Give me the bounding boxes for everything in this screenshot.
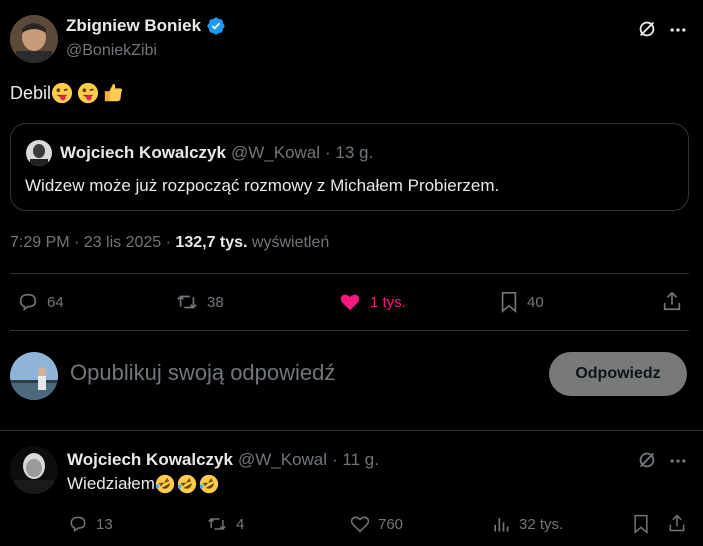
views-chart-icon [491, 514, 511, 534]
reply-time[interactable]: · 11 g. [332, 450, 379, 470]
bookmark-icon [499, 291, 519, 313]
retweet-button[interactable]: 38 [175, 291, 224, 313]
grok-icon[interactable] [636, 18, 658, 40]
tweet-meta: 7:29 PM · 23 lis 2025 · 132,7 tys. wyświ… [10, 234, 329, 252]
reply-retweet-button[interactable]: 4 [206, 514, 244, 534]
author-handle[interactable]: @BoniekZibi [66, 42, 157, 60]
share-icon[interactable] [661, 290, 683, 312]
reply-icon [17, 291, 39, 313]
reply-submit-button[interactable]: Odpowiedz [549, 352, 687, 396]
quoted-author-avatar [26, 140, 52, 166]
quoted-tweet[interactable]: Wojciech Kowalczyk @W_Kowal · 13 g. Widz… [10, 123, 689, 211]
timestamp[interactable]: 7:29 PM · 23 lis 2025 · [10, 234, 175, 251]
bookmark-button[interactable]: 40 [499, 291, 544, 313]
reply-author-avatar[interactable] [10, 446, 58, 494]
reply-like-button[interactable]: 760 [350, 514, 403, 534]
quoted-author-name: Wojciech Kowalczyk [60, 143, 226, 162]
current-user-avatar[interactable] [10, 352, 58, 400]
winking-tongue-emoji [77, 82, 99, 104]
reply-retweet-count: 4 [236, 515, 245, 533]
divider [10, 273, 689, 274]
like-count: 1 tys. [370, 293, 406, 311]
heart-filled-icon [338, 291, 362, 313]
bookmark-icon[interactable] [632, 514, 650, 534]
quoted-text: Widzew może już rozpocząć rozmowy z Mich… [25, 176, 500, 195]
reply-icon [68, 514, 88, 534]
reply-reply-count: 13 [96, 515, 113, 533]
retweet-icon [206, 514, 228, 534]
tweet-text: Debil [10, 82, 125, 104]
reply-button[interactable]: 64 [17, 291, 64, 313]
rolling-laughing-emoji [199, 474, 219, 494]
quoted-author-handle: @W_Kowal [230, 143, 321, 162]
verified-badge-icon [206, 16, 226, 36]
grok-icon[interactable] [636, 449, 658, 471]
retweet-icon [175, 291, 199, 313]
rolling-laughing-emoji [177, 474, 197, 494]
rolling-laughing-emoji [155, 474, 175, 494]
reply-text: Wiedziałem [67, 474, 219, 494]
bookmark-count: 40 [527, 293, 544, 311]
reply-count: 64 [47, 293, 64, 311]
reply-author-name[interactable]: Wojciech Kowalczyk [67, 450, 233, 470]
views-label: wyświetleń [247, 234, 330, 251]
divider [10, 330, 689, 331]
reply-views-count: 32 tys. [519, 515, 564, 533]
reply-compose-input[interactable]: Opublikuj swoją odpowiedź [70, 360, 510, 390]
retweet-count: 38 [207, 293, 224, 311]
author-avatar[interactable] [10, 15, 58, 63]
more-options-icon[interactable] [668, 451, 688, 471]
quoted-time: · 13 g. [325, 143, 374, 162]
winking-tongue-emoji [51, 82, 73, 104]
reply-like-count: 760 [378, 515, 404, 533]
divider [0, 430, 703, 431]
thumbs-up-emoji [103, 82, 125, 104]
reply-views-button[interactable]: 32 tys. [491, 514, 563, 534]
like-button[interactable]: 1 tys. [338, 291, 406, 313]
heart-icon [350, 514, 370, 534]
reply-reply-button[interactable]: 13 [68, 514, 113, 534]
more-options-icon[interactable] [668, 20, 688, 40]
share-icon[interactable] [667, 513, 687, 533]
reply-author-handle[interactable]: @W_Kowal [238, 450, 327, 470]
views-count: 132,7 tys. [175, 234, 248, 251]
author-name[interactable]: Zbigniew Boniek [66, 16, 201, 36]
